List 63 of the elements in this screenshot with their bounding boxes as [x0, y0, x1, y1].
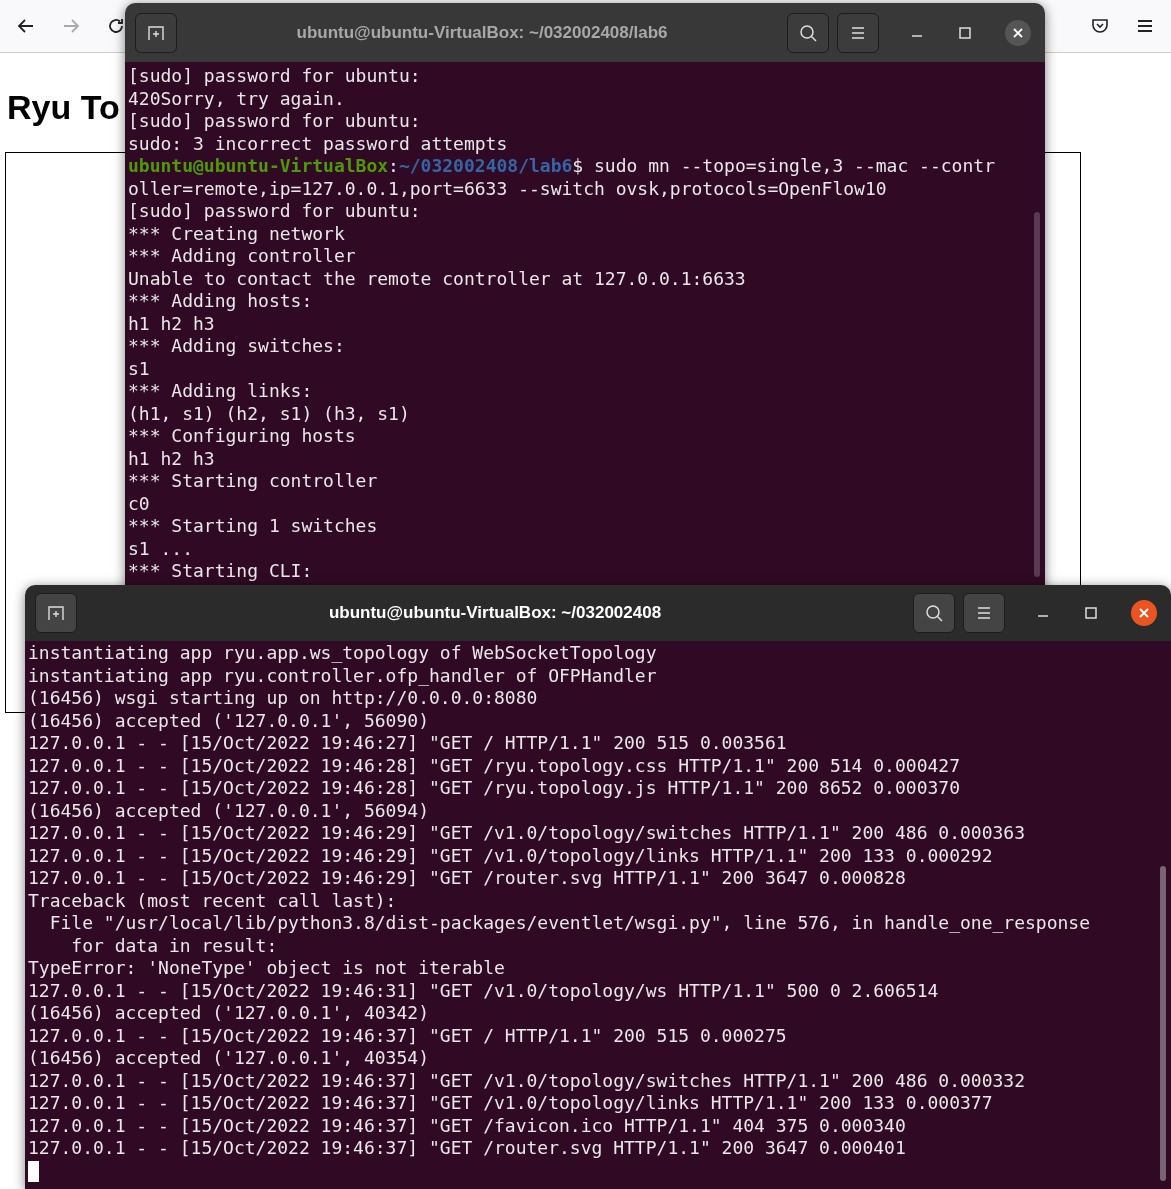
terminal-line: (16456) accepted ('127.0.0.1', 40342)	[28, 1002, 430, 1025]
terminal-line: 127.0.0.1 - - [15/Oct/2022 19:46:29] "GET /v1.0/topology/switches HTTP/1.1" 200 486 0.000363	[28, 822, 1026, 845]
terminal-line: [sudo] password for ubuntu:	[128, 65, 422, 88]
terminal-line: *** Starting controller	[128, 470, 379, 493]
text-cursor	[28, 1161, 39, 1182]
terminal-line: 127.0.0.1 - - [15/Oct/2022 19:46:27] "GET / HTTP/1.1" 200 515 0.003561	[28, 732, 788, 755]
terminal-line: h1 h2 h3	[128, 447, 216, 470]
terminal-line: (16456) wsgi starting up on http://0.0.0.0:8080	[28, 687, 539, 710]
terminal-line: 420Sorry, try again.	[128, 87, 346, 110]
terminal-line: [sudo] password for ubuntu:	[128, 200, 422, 223]
terminal-line: 127.0.0.1 - - [15/Oct/2022 19:46:28] "GET /ryu.topology.css HTTP/1.1" 200 514 0.000427	[28, 754, 961, 777]
page-heading: Ryu To	[7, 87, 120, 127]
terminal-line: 127.0.0.1 - - [15/Oct/2022 19:46:29] "GET /v1.0/topology/links HTTP/1.1" 200 133 0.000292	[28, 844, 994, 867]
terminal-line: *** Adding hosts:	[128, 290, 314, 313]
terminal-line: 127.0.0.1 - - [15/Oct/2022 19:46:37] "GET /v1.0/topology/links HTTP/1.1" 200 133 0.000377	[28, 1092, 994, 1115]
terminal-line: instantiating app ryu.app.ws_topology of WebSocketTopology	[28, 642, 658, 665]
terminal-line: TypeError: 'NoneType' object is not iterable	[28, 957, 506, 980]
scrollbar[interactable]	[1160, 866, 1166, 1181]
terminal-line: File "/usr/local/lib/python3.8/dist-packages/eventlet/wsgi.py", line 576, in handle_one_response	[48, 912, 1092, 935]
terminal-line: Unable to contact the remote controller at 127.0.0.1:6633	[128, 267, 747, 290]
pocket-icon[interactable]	[1090, 16, 1110, 36]
terminal-line: s1 ...	[128, 537, 195, 560]
terminal-line: h1 h2 h3	[128, 312, 216, 335]
terminal-line: c0	[128, 492, 151, 515]
terminal-line: *** Adding controller	[128, 245, 357, 268]
terminal-line: *** Starting CLI:	[128, 560, 314, 583]
terminal-line: for data in result:	[70, 934, 279, 957]
terminal-line: (16456) accepted ('127.0.0.1', 56094)	[28, 799, 430, 822]
terminal-line: instantiating app ryu.controller.ofp_handler of OFPHandler	[28, 664, 658, 687]
window-title: ubuntu@ubuntu-VirtualBox: ~/032002408/lab6	[295, 22, 669, 43]
new-tab-icon	[46, 603, 66, 623]
terminal-line: oller=remote,ip=127.0.0.1,port=6633 --switch ovsk,protocols=OpenFlow10	[128, 177, 888, 200]
prompt-user: ubuntu@ubuntu-VirtualBox	[128, 155, 389, 176]
terminal-line: Traceback (most recent call last):	[28, 889, 398, 912]
search-icon	[798, 22, 818, 43]
terminal-line: *** Adding links:	[128, 380, 314, 403]
terminal-line: *** Adding switches:	[128, 335, 346, 358]
terminal-line: (16456) accepted ('127.0.0.1', 56090)	[28, 709, 430, 732]
terminal-line: 127.0.0.1 - - [15/Oct/2022 19:46:37] "GET / HTTP/1.1" 200 515 0.000275	[28, 1024, 788, 1047]
terminal-line: 127.0.0.1 - - [15/Oct/2022 19:46:28] "GET /ryu.topology.js HTTP/1.1" 200 8652 0.000370	[28, 777, 961, 800]
terminal-line: 127.0.0.1 - - [15/Oct/2022 19:46:31] "GET /v1.0/topology/ws HTTP/1.1" 500 0 2.606514	[28, 979, 940, 1002]
terminal-line: *** Configuring hosts	[128, 425, 357, 448]
reload-icon[interactable]	[106, 16, 126, 36]
command-text: $ sudo mn --topo=single,3 --mac --contr	[572, 155, 995, 176]
terminal-line: (h1, s1) (h2, s1) (h3, s1)	[128, 402, 411, 425]
prompt-separator: :	[388, 155, 399, 176]
window-title: ubuntu@ubuntu-VirtualBox: ~/032002408	[327, 603, 663, 623]
terminal-line: 127.0.0.1 - - [15/Oct/2022 19:46:37] "GET /favicon.ico HTTP/1.1" 404 375 0.000340	[28, 1114, 907, 1137]
search-button[interactable]	[913, 593, 955, 633]
terminal-line: sudo: 3 incorrect password attempts	[128, 132, 509, 155]
terminal-line: s1	[128, 357, 151, 380]
menu-button[interactable]	[963, 593, 1005, 633]
new-tab-button[interactable]	[35, 593, 77, 633]
terminal-line: (16456) accepted ('127.0.0.1', 40354)	[28, 1047, 430, 1070]
terminal-line: [sudo] password for ubuntu:	[128, 110, 422, 133]
terminal-line: 127.0.0.1 - - [15/Oct/2022 19:46:37] "GET /router.svg HTTP/1.1" 200 3647 0.000401	[28, 1137, 907, 1160]
terminal-line: *** Starting 1 switches	[128, 515, 379, 538]
terminal-line: 127.0.0.1 - - [15/Oct/2022 19:46:29] "GET /router.svg HTTP/1.1" 200 3647 0.000828	[28, 867, 907, 890]
terminal-line: *** Creating network	[128, 222, 346, 245]
close-icon[interactable]	[1131, 600, 1157, 626]
prompt-path: ~/032002408/lab6	[398, 155, 573, 176]
search-icon	[924, 603, 944, 623]
terminal-line: 127.0.0.1 - - [15/Oct/2022 19:46:37] "GET /v1.0/topology/switches HTTP/1.1" 200 486 0.000332	[28, 1069, 1026, 1092]
